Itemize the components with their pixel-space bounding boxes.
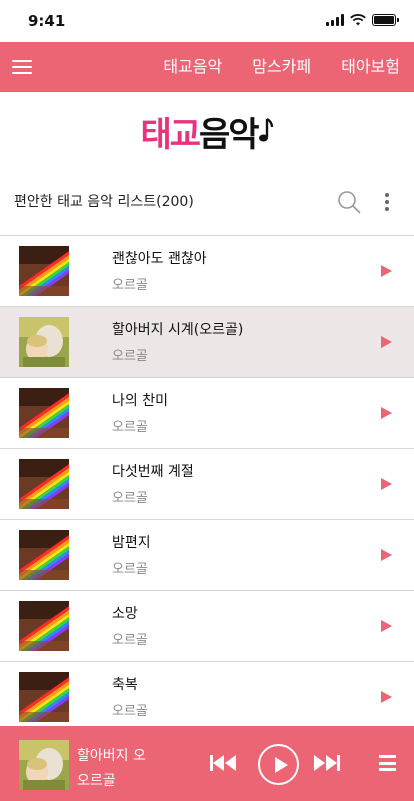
album-art xyxy=(19,672,69,722)
song-title: 할아버지 시계(오르골) xyxy=(112,322,244,338)
play-icon[interactable] xyxy=(381,407,392,419)
song-title: 소망 xyxy=(112,606,138,622)
song-row[interactable]: 나의 찬미오르골 xyxy=(0,378,414,449)
logo-text-b: 음악 xyxy=(199,114,260,155)
wifi-icon xyxy=(350,14,366,26)
play-icon[interactable] xyxy=(381,549,392,561)
song-row[interactable]: 소망오르골 xyxy=(0,591,414,662)
menu-icon[interactable] xyxy=(12,60,32,74)
album-art xyxy=(19,459,69,509)
tab-taegyo-music[interactable]: 태교음악 xyxy=(163,42,222,92)
battery-icon xyxy=(372,14,399,26)
album-art xyxy=(19,601,69,651)
song-artist: 오르골 xyxy=(112,349,148,364)
album-art xyxy=(19,317,69,367)
status-bar: 9:41 xyxy=(0,0,414,42)
nav-tabs: 태교음악 맘스카페 태아보험 xyxy=(163,42,414,92)
player-artist: 오르골 xyxy=(77,773,116,789)
play-icon[interactable] xyxy=(381,336,392,348)
mini-player[interactable]: 할아버지 오 오르골 xyxy=(0,726,414,801)
album-art xyxy=(19,388,69,438)
list-title: 편안한 태교 음악 리스트(200) xyxy=(14,194,194,210)
search-icon[interactable] xyxy=(336,189,362,215)
play-button[interactable] xyxy=(258,744,299,785)
status-time: 9:41 xyxy=(28,12,66,30)
song-title: 밤편지 xyxy=(112,535,151,551)
song-row[interactable]: 다섯번째 계절오르골 xyxy=(0,449,414,520)
play-icon[interactable] xyxy=(381,478,392,490)
song-row[interactable]: 괜찮아도 괜찮아오르골 xyxy=(0,236,414,307)
album-art xyxy=(19,246,69,296)
app-logo: 태교 음악 xyxy=(140,107,273,156)
song-artist: 오르골 xyxy=(112,633,148,648)
song-row[interactable]: 밤편지오르골 xyxy=(0,520,414,591)
play-icon xyxy=(275,757,288,773)
play-icon[interactable] xyxy=(381,691,392,703)
prev-icon[interactable] xyxy=(210,755,238,771)
tab-moms-cafe[interactable]: 맘스카페 xyxy=(252,42,311,92)
song-artist: 오르골 xyxy=(112,491,148,506)
music-note-icon xyxy=(258,117,273,142)
song-row[interactable]: 할아버지 시계(오르골) 오르골 xyxy=(0,307,414,378)
album-art xyxy=(19,530,69,580)
next-icon[interactable] xyxy=(312,755,340,771)
logo-area: 태교 음악 xyxy=(0,92,414,170)
song-list: 괜찮아도 괜찮아 오르골 할아버지 시계(오르골) 오르골 나의 찬미 오르골 다섯번째 계… xyxy=(0,236,414,726)
player-album-art xyxy=(19,740,69,790)
logo-text-a: 태교 xyxy=(140,114,201,155)
song-title: 축복 xyxy=(112,677,138,693)
list-header: 편안한 태교 음악 리스트(200) xyxy=(0,170,414,236)
song-artist: 오르골 xyxy=(112,420,148,435)
song-artist: 오르골 xyxy=(112,278,148,293)
song-title: 괜찮아도 괜찮아 xyxy=(112,251,207,267)
tab-fetal-insurance[interactable]: 태아보험 xyxy=(341,42,400,92)
signal-icon xyxy=(326,14,344,26)
song-row[interactable]: 축복오르골 xyxy=(0,662,414,726)
queue-icon[interactable] xyxy=(379,755,396,771)
song-artist: 오르골 xyxy=(112,562,148,577)
song-title: 다섯번째 계절 xyxy=(112,464,194,480)
player-title: 할아버지 오 xyxy=(77,748,146,764)
play-icon[interactable] xyxy=(381,265,392,277)
song-artist: 오르골 xyxy=(112,704,148,719)
play-icon[interactable] xyxy=(381,620,392,632)
more-vertical-icon[interactable] xyxy=(380,190,394,214)
status-icons xyxy=(326,14,399,26)
song-title: 나의 찬미 xyxy=(112,393,168,409)
top-nav: 태교음악 맘스카페 태아보험 xyxy=(0,42,414,92)
